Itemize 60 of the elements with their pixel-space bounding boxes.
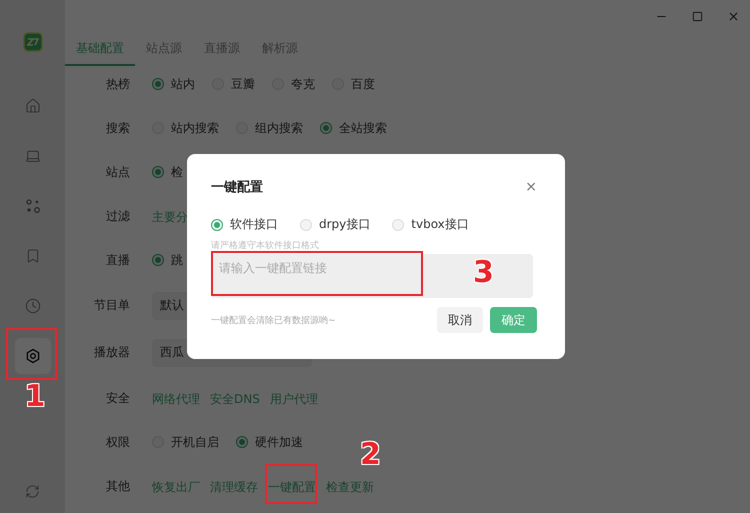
refresh-icon (25, 484, 40, 498)
option-label: 软件接口 (230, 216, 278, 233)
warning-note: 一键配置会清除已有数据源哟~ (211, 314, 337, 326)
confirm-button[interactable]: 确定 (490, 307, 537, 333)
close-button[interactable]: × (525, 179, 537, 195)
cancel-button[interactable]: 取消 (437, 307, 483, 333)
radio-button[interactable] (320, 122, 332, 134)
setting-link[interactable]: 用户代理 (270, 392, 318, 406)
option-label: 全站搜索 (339, 120, 387, 136)
setting-label: 搜索 (105, 120, 130, 136)
settings-icon (24, 348, 40, 364)
radio-button[interactable] (152, 78, 164, 90)
step-number: 1 (24, 382, 46, 412)
setting-label: 播放器 (93, 344, 130, 361)
setting-link[interactable]: 主要分 (152, 210, 188, 224)
option-label: tvbox接口 (411, 216, 469, 233)
option-label: 站内搜索 (171, 120, 219, 136)
sidebar-item[interactable] (14, 338, 50, 374)
setting-label: 热榜 (105, 76, 130, 92)
setting-label: 节目单 (93, 297, 130, 314)
setting-label: 其他 (105, 478, 130, 494)
option-label: 硬件加速 (255, 434, 303, 450)
setting-link[interactable]: 清理缓存 (210, 480, 258, 494)
radio-button[interactable] (152, 254, 164, 266)
maximize-icon[interactable] (692, 10, 703, 22)
option-label: 站内 (171, 76, 195, 92)
option-label: 百度 (351, 76, 375, 92)
option-label: 跳 (171, 252, 183, 268)
home-icon (24, 98, 40, 114)
radio-button[interactable] (152, 166, 164, 178)
radio-button[interactable] (211, 218, 223, 230)
dialog-title: 一键配置 (211, 179, 263, 196)
setting-link[interactable]: 检查更新 (326, 480, 374, 494)
setting-label: 过滤 (105, 208, 130, 224)
setting-link[interactable]: 安全DNS (210, 392, 260, 406)
option-label: 豆瓣 (231, 76, 255, 92)
clock-icon (24, 298, 40, 314)
format-hint: 请严格遵守本软件接口格式 (211, 240, 320, 252)
option-label: 组内搜索 (255, 120, 303, 136)
setting-link[interactable]: 一键配置 (268, 480, 316, 494)
step-number: 3 (473, 258, 494, 288)
option-label: 检 (171, 164, 183, 180)
highlight-frame (265, 464, 317, 504)
dots-icon (24, 198, 40, 214)
setting-link[interactable]: 网络代理 (152, 392, 200, 406)
option-label: 开机自启 (171, 434, 219, 450)
step-number: 2 (360, 440, 381, 470)
radio-button[interactable] (236, 436, 248, 448)
option-label: 夸克 (291, 76, 315, 92)
setting-label: 直播 (105, 252, 130, 268)
tab[interactable]: 基础配置 (65, 32, 135, 66)
setting-label: 权限 (105, 434, 130, 450)
close-icon[interactable] (727, 10, 740, 22)
setting-label: 站点 (105, 164, 130, 180)
setting-link[interactable]: 恢复出厂 (152, 480, 200, 494)
option-label: drpy接口 (319, 216, 370, 233)
laptop-icon (24, 148, 40, 164)
highlight-frame (6, 328, 56, 380)
app-logo-icon (22, 32, 42, 52)
setting-label: 安全 (105, 390, 130, 406)
